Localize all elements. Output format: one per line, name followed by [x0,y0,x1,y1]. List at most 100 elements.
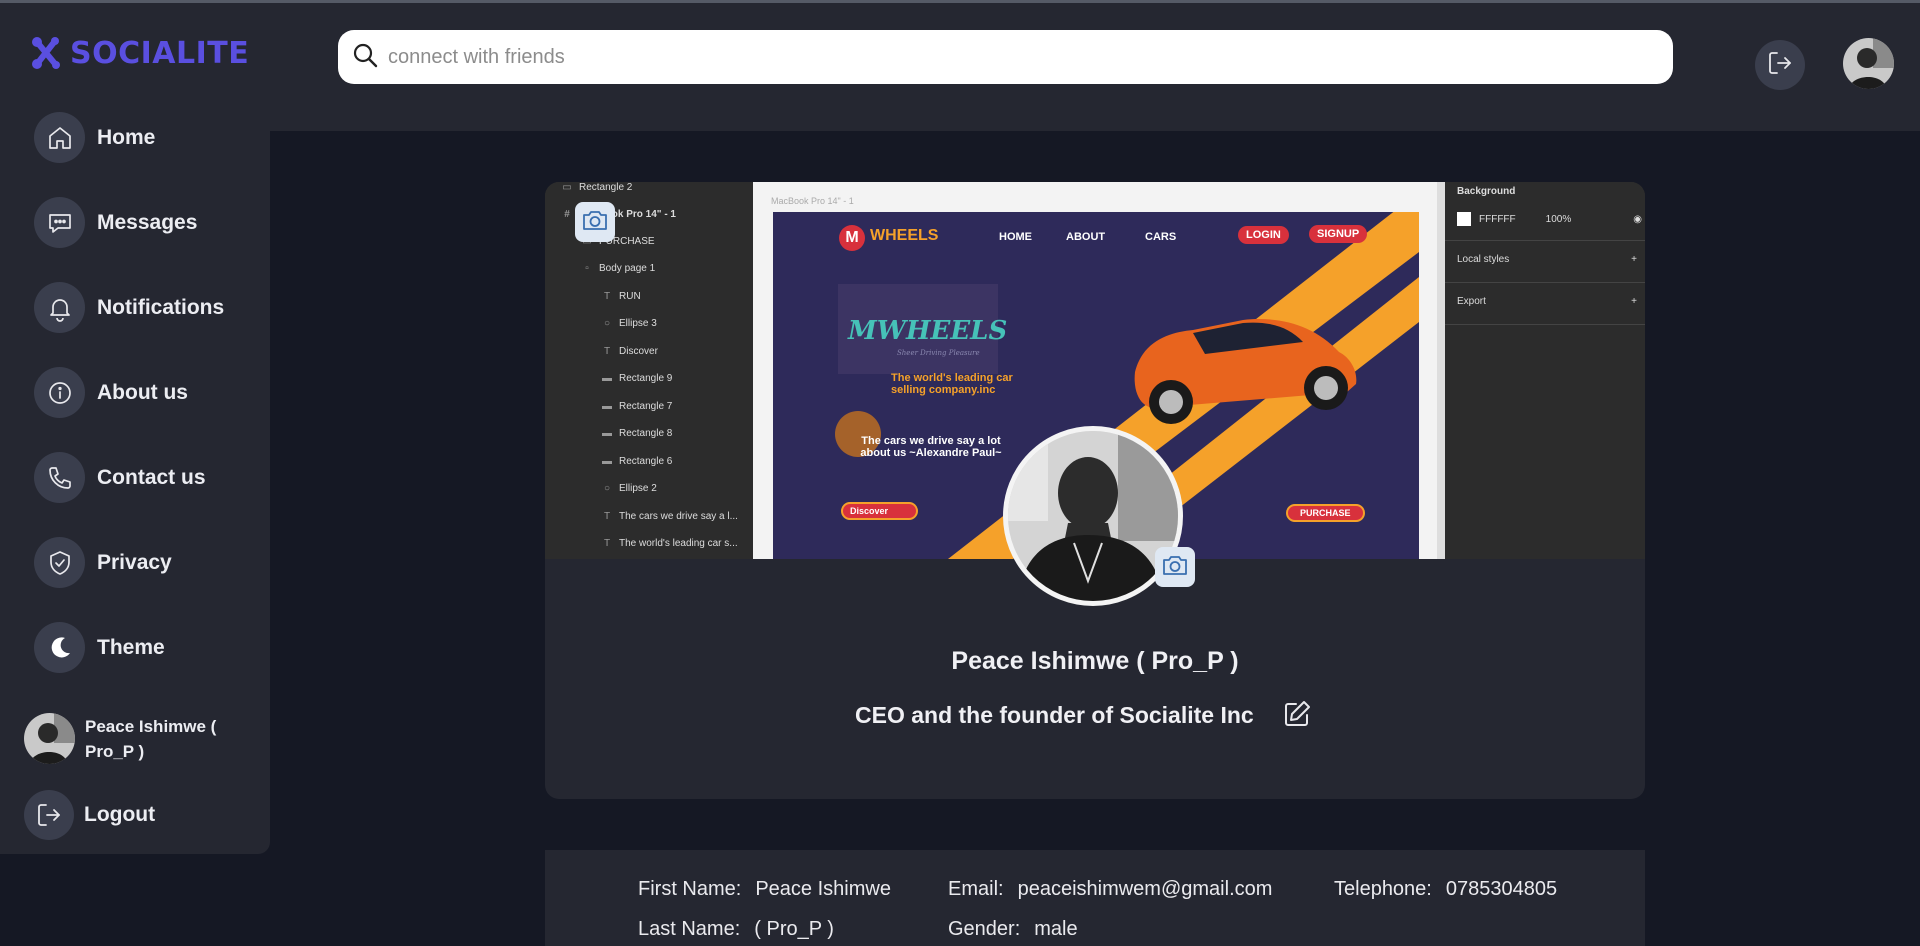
logo-text: SOCIALITE [70,35,250,71]
shield-icon [34,537,85,588]
wheels-tagline: The world's leading car selling company.… [891,372,1013,396]
logout-icon [1767,50,1793,81]
panel-export: Export [1457,296,1486,307]
wheels-logo-tagline: Sheer Driving Pleasure [897,349,980,357]
email-value: peaceishimwem@gmail.com [1017,878,1273,900]
phone-icon [34,452,85,503]
wheels-brand: WHEELS [870,227,939,244]
gender-field: Gender: male [948,918,1078,941]
plus-icon: + [1631,254,1637,265]
last-name-field: Last Name: ( Pro_P ) [638,918,834,941]
sidebar-item-contact[interactable]: Contact us [34,452,206,503]
sidebar-item-messages[interactable]: Messages [34,197,197,248]
layer-item: T RUN [603,290,641,302]
camera-icon [1161,553,1189,582]
first-name-field: First Name: Peace Ishimwe [638,878,891,901]
layer-item: T The cars we drive say a l... [603,510,738,522]
logout-icon [24,790,74,840]
logo-mark-icon [28,33,64,73]
telephone-field: Telephone: 0785304805 [1334,878,1557,901]
edit-bio-button[interactable] [1280,699,1314,733]
email-label: Email: [948,878,1004,900]
sidebar-item-about[interactable]: About us [34,367,188,418]
edit-icon [1282,699,1312,734]
sidebar: Home Messages Notifications About us Con… [0,96,270,854]
first-name-label: First Name: [638,878,742,900]
sidebar-item-label: Theme [97,635,165,659]
profile-name: Peace Ishimwe ( Pro_P ) [951,647,1239,675]
change-profile-picture-button[interactable] [1155,547,1195,587]
email-field: Email: peaceishimwem@gmail.com [948,878,1272,901]
profile-bio: CEO and the founder of Socialite Inc [855,702,1254,728]
search-input[interactable] [388,45,1588,69]
wheels-signup-button: SIGNUP [1309,225,1368,243]
header-logout-button[interactable] [1755,40,1805,90]
car-illustration [1134,319,1357,424]
sidebar-user-name: Peace Ishimwe ( Pro_P ) [85,716,217,761]
panel-bg-opacity: 100% [1545,213,1572,225]
eye-icon: ◉ [1633,213,1642,225]
profile-info-card: First Name: Peace Ishimwe Last Name: ( Pro… [545,850,1645,946]
wheels-purchase-button: PURCHASE [1286,504,1365,522]
first-name-value: Peace Ishimwe [755,878,891,900]
moon-icon [34,622,85,673]
sidebar-item-label: Contact us [97,465,206,489]
layer-item: ▬ Rectangle 7 [602,400,673,412]
sidebar-item-notifications[interactable]: Notifications [34,282,224,333]
search-bar[interactable] [338,30,1673,84]
wheels-quote: The cars we drive say a lot about us ~Al… [860,435,1002,459]
wheels-nav-about: ABOUT [1066,231,1106,243]
logo[interactable]: SOCIALITE [28,33,249,73]
gender-value: male [1034,918,1078,940]
sidebar-item-home[interactable]: Home [34,112,155,163]
panel-local-styles: Local styles [1457,254,1510,265]
telephone-label: Telephone: [1334,878,1432,900]
camera-icon [581,208,609,237]
layer-item: ▭ Rectangle 2 [562,182,633,193]
change-cover-button[interactable] [575,202,615,242]
layer-item: T Discover [603,345,658,357]
bell-icon [34,282,85,333]
layer-item: T The world's leading car s... [603,537,738,549]
layer-item: ○ Ellipse 2 [603,482,657,494]
panel-local-styles-row: Local styles + [1457,254,1637,265]
sidebar-item-label: Notifications [97,295,225,319]
gender-label: Gender: [948,918,1021,940]
panel-background-title: Background [1457,186,1516,197]
sidebar-item-label: About us [97,380,188,404]
wheels-nav-home: HOME [999,231,1032,243]
cover-design-panel: Background FFFFFF 100% ◉ Local styles + … [1437,182,1645,559]
home-icon [34,112,85,163]
wheels-nav-cars: CARS [1145,231,1177,243]
sidebar-item-privacy[interactable]: Privacy [34,537,172,588]
layer-item: ▬ Rectangle 8 [602,427,673,439]
layer-item: ▬ Rectangle 6 [602,455,673,467]
panel-background-row: FFFFFF 100% ◉ [1457,212,1642,226]
last-name-label: Last Name: [638,918,741,940]
chat-icon [34,197,85,248]
sidebar-logout-label: Logout [84,803,156,826]
panel-export-row: Export + [1457,296,1637,307]
color-swatch [1457,212,1471,226]
wheels-discover-button: Discover [841,502,919,520]
frame-label: MacBook Pro 14" - 1 [771,196,854,206]
sidebar-item-theme[interactable]: Theme [34,622,165,673]
telephone-value: 0785304805 [1445,878,1558,900]
layer-item: ▫ Body page 1 [585,262,656,274]
sidebar-item-label: Messages [97,210,198,234]
info-icon [34,367,85,418]
sidebar-item-label: Privacy [97,550,172,574]
header-avatar[interactable] [1843,38,1894,89]
top-header: SOCIALITE [0,3,1920,131]
wheels-login-button: LOGIN [1238,226,1289,244]
search-icon [352,42,378,73]
panel-bg-hex: FFFFFF [1479,213,1516,225]
wheels-logo-text: MWHEELS [848,316,1008,346]
wheels-logo-badge: M [839,225,865,251]
layer-item: ○ Ellipse 3 [603,317,657,329]
avatar [24,713,75,764]
sidebar-item-label: Home [97,125,156,149]
sidebar-logout-button[interactable]: Logout [24,790,155,840]
sidebar-user-profile[interactable]: Peace Ishimwe ( Pro_P ) [24,713,225,764]
plus-icon: + [1631,296,1637,307]
